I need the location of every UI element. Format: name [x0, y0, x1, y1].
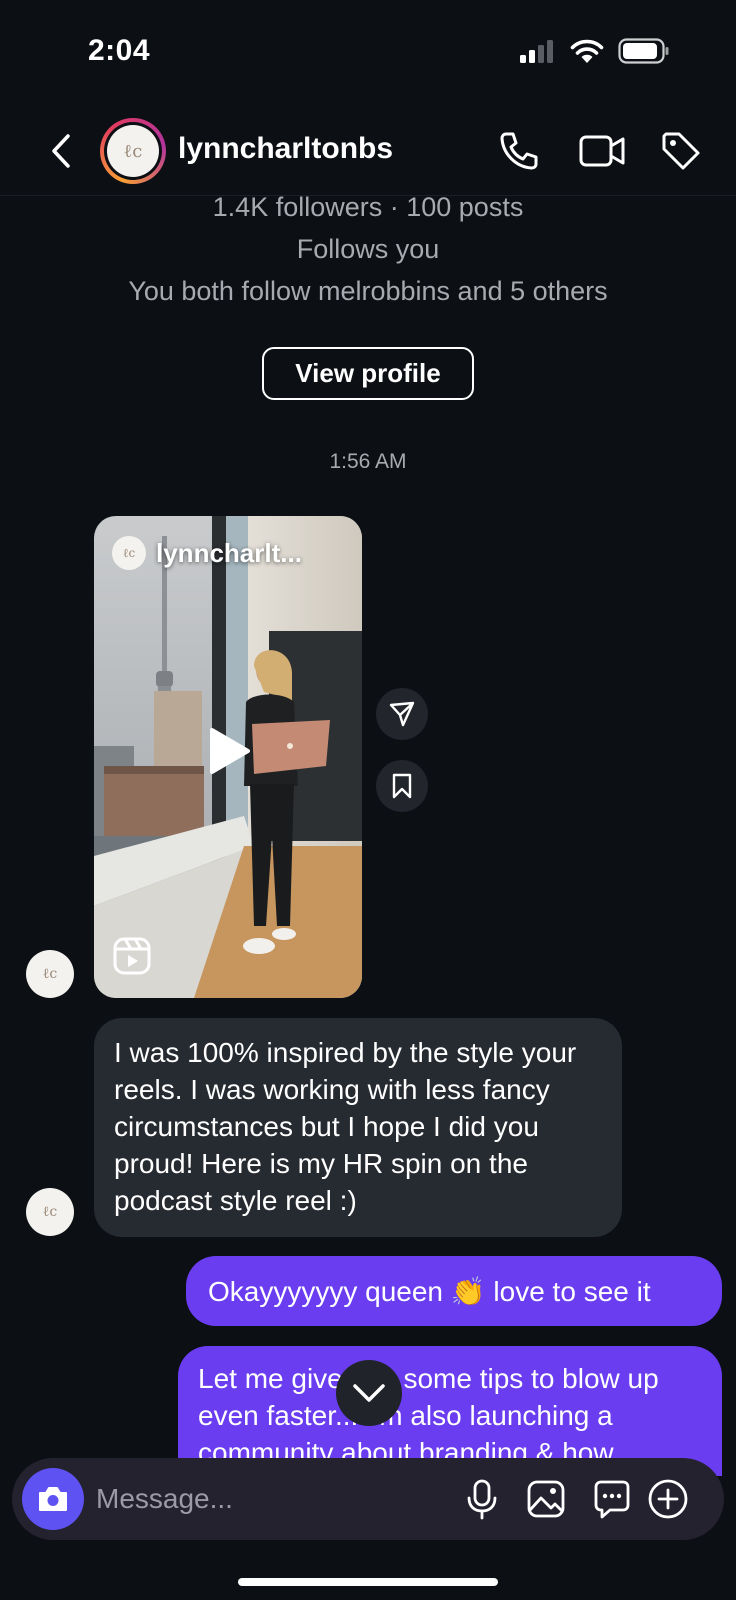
camera-button[interactable] — [22, 1468, 84, 1530]
battery-icon — [618, 38, 669, 64]
bookmark-icon — [392, 773, 412, 799]
sticker-icon[interactable] — [590, 1477, 634, 1521]
reel-author[interactable]: ℓc lynncharlt... — [112, 536, 302, 570]
send-icon — [389, 701, 415, 727]
reels-icon — [113, 937, 151, 975]
message-timestamp: 1:56 AM — [329, 450, 407, 473]
outgoing-message[interactable]: Let me give you some tips to blow up eve… — [178, 1346, 722, 1476]
brand-logo-icon: ℓc — [107, 125, 159, 177]
tag-icon[interactable] — [658, 128, 704, 174]
message-input[interactable] — [96, 1474, 356, 1524]
header-username[interactable]: lynncharltonbs — [178, 132, 393, 166]
play-icon[interactable] — [206, 726, 252, 776]
gallery-icon[interactable] — [524, 1477, 568, 1521]
profile-stats: 1.4K followers · 100 posts — [212, 192, 524, 222]
home-indicator — [238, 1578, 498, 1586]
microphone-icon[interactable] — [460, 1477, 504, 1521]
header-avatar[interactable]: ℓc — [100, 118, 166, 184]
reel-author-avatar: ℓc — [112, 536, 146, 570]
sender-avatar[interactable]: ℓc — [26, 950, 74, 998]
outgoing-message[interactable]: Okayyyyyyy queen 👏 love to see it — [186, 1256, 722, 1326]
sender-avatar[interactable]: ℓc — [26, 1188, 74, 1236]
plus-circle-icon[interactable] — [646, 1477, 690, 1521]
mutual-followers: You both follow melrobbins and 5 others — [128, 276, 608, 306]
reel-author-name: lynncharlt... — [156, 537, 302, 568]
video-call-icon[interactable] — [578, 128, 626, 174]
incoming-message[interactable]: I was 100% inspired by the style your re… — [94, 1018, 622, 1237]
wifi-icon — [570, 39, 604, 63]
outgoing-message-text: Okayyyyyyy queen 👏 love to see it — [208, 1275, 651, 1307]
camera-icon — [39, 1487, 67, 1511]
message-composer — [12, 1458, 724, 1540]
cellular-signal-icon — [520, 40, 553, 63]
phone-call-icon[interactable] — [496, 128, 542, 174]
view-profile-button[interactable]: View profile — [262, 347, 474, 400]
back-chevron-icon[interactable] — [44, 128, 80, 174]
follows-you-label: Follows you — [296, 234, 440, 264]
chevron-down-icon — [353, 1384, 385, 1402]
save-reel-button[interactable] — [376, 760, 428, 812]
shared-reel[interactable]: ℓc lynncharlt... — [94, 516, 362, 998]
share-reel-button[interactable] — [376, 688, 428, 740]
status-time: 2:04 — [88, 34, 151, 67]
scroll-to-bottom-button[interactable] — [336, 1360, 402, 1426]
status-icons — [520, 38, 670, 64]
